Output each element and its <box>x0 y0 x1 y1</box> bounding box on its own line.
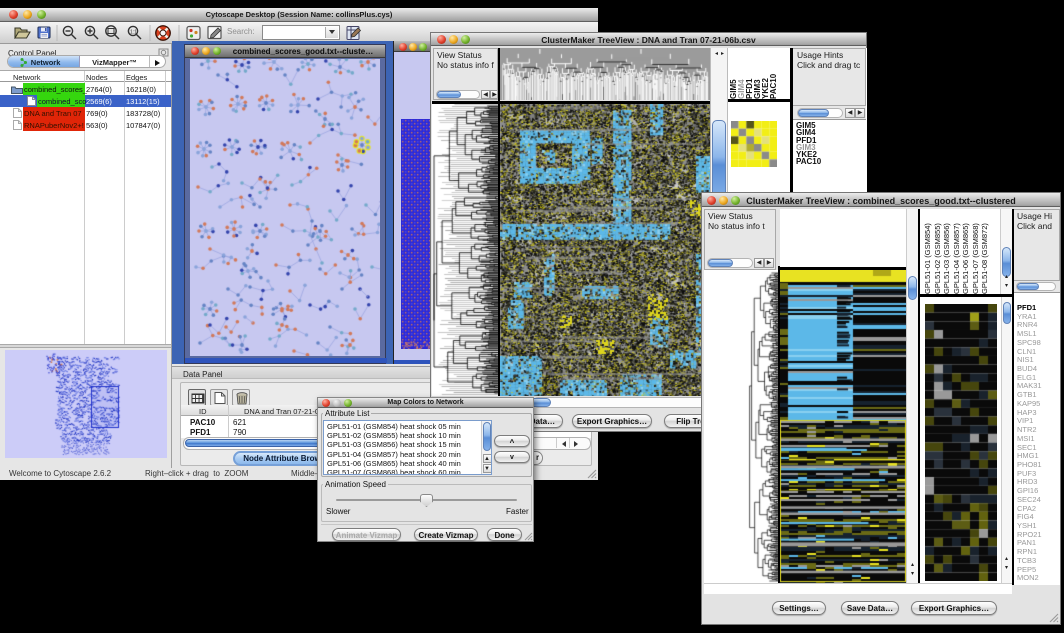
svg-text:1:1: 1:1 <box>130 30 137 36</box>
